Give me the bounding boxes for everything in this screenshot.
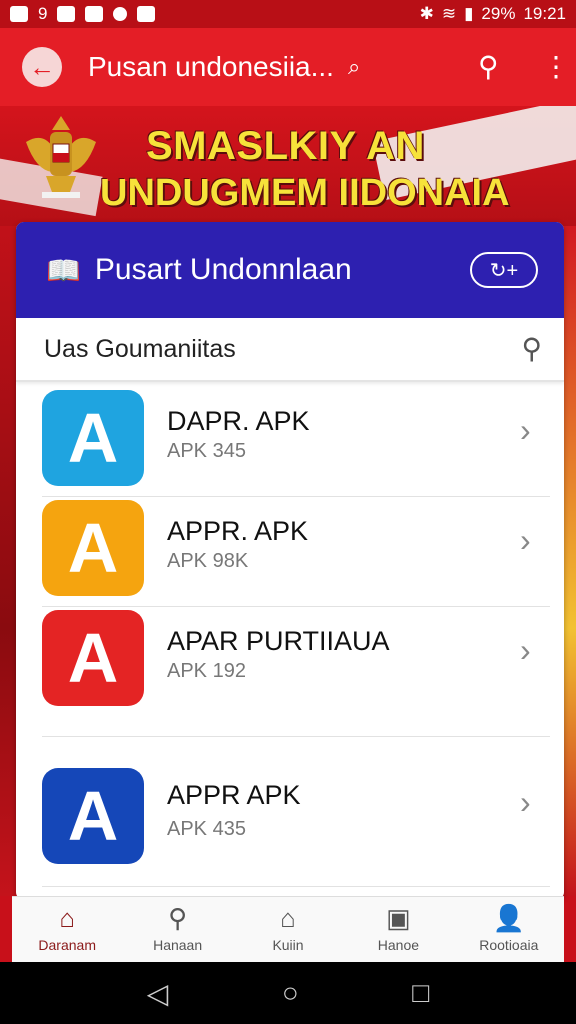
nav-tab-label: Daranam	[38, 937, 96, 953]
mail-icon	[85, 6, 104, 22]
title-search-icon: ⌕	[347, 54, 361, 79]
app-size: APK 192	[167, 660, 246, 682]
app-name: DAPR. APK	[167, 406, 310, 436]
app-icon: A	[42, 390, 144, 486]
clock: 19:21	[523, 4, 566, 23]
side-decoration	[562, 226, 576, 896]
nav-tab-label: Hanoe	[377, 937, 420, 953]
app-size: APK 98K	[167, 550, 249, 572]
chevron-right-icon: ›	[520, 632, 531, 668]
wifi-icon: ≋	[441, 4, 457, 23]
app-icon: A	[42, 768, 144, 864]
search-icon: ⚲	[168, 903, 188, 933]
dot-icon	[113, 7, 128, 21]
search-bar[interactable]: Uas Goumaniitas ⚲	[16, 318, 564, 382]
app-list-card: 📖 Pusart Undonnlaan ↻+ Uas Goumaniitas ⚲…	[16, 222, 564, 900]
book-icon: 📖	[46, 254, 81, 286]
app-name: APAR PURTIIAUA	[167, 626, 390, 656]
back-button[interactable]: ←	[22, 47, 62, 87]
nav-tab-label: Hanaan	[153, 937, 203, 953]
app-name: APPR. APK	[167, 516, 309, 546]
system-home-icon[interactable]: ○	[282, 977, 299, 1009]
notification-icon	[10, 6, 28, 22]
chevron-right-icon: ›	[520, 412, 531, 448]
bottom-navigation: ⌂ Daranam ⚲ Hanaan ⌂ Kuiin ▣ Hanoe 👤 Rootioa…	[12, 896, 564, 962]
system-back-icon[interactable]: ◁	[147, 977, 169, 1010]
banner-headline: SMASLKIY AN	[146, 124, 425, 168]
garuda-emblem-icon	[26, 116, 96, 198]
signal-icon: ▮	[464, 4, 474, 23]
nav-tab[interactable]: 👤 Rootioaia	[454, 897, 564, 962]
back-arrow-icon: ←	[29, 51, 55, 82]
sim-icon	[57, 6, 76, 22]
list-item[interactable]: A APAR PURTIIAUA APK 192 ›	[16, 610, 564, 740]
banner-subheadline: UNDUGMEM IIDONAIA	[100, 172, 510, 214]
banner: SMASLKIY AN UNDUGMEM IIDONAIA	[0, 106, 576, 226]
gallery-icon: ▣	[386, 903, 411, 933]
chevron-right-icon: ›	[520, 784, 531, 820]
divider	[42, 606, 550, 607]
divider	[42, 886, 550, 887]
battery-level: 29%	[481, 4, 516, 23]
nav-tab[interactable]: ⚲ Hanaan	[122, 897, 232, 962]
system-navigation-bar: ◁ ○ □	[0, 962, 576, 1024]
side-decoration	[0, 226, 16, 896]
app-size: APK 435	[167, 818, 246, 840]
list-item[interactable]: A APPR. APK APK 98K ›	[16, 500, 564, 610]
overflow-menu-icon[interactable]: ⋮	[542, 50, 570, 83]
refresh-add-button[interactable]: ↻+	[470, 252, 538, 288]
list-item[interactable]: A APPR APK APK 435 ›	[16, 740, 564, 890]
divider	[42, 736, 550, 737]
nav-tab[interactable]: ⌂ Daranam	[12, 897, 122, 962]
nav-tab[interactable]: ⌂ Kuiin	[233, 897, 343, 962]
home-icon: ⌂	[59, 903, 76, 933]
app-name: APPR APK	[167, 780, 301, 810]
search-icon[interactable]: ⚲	[521, 332, 542, 365]
search-action-icon[interactable]: ⚲	[478, 50, 499, 83]
status-left-text: 9	[38, 4, 48, 23]
notification-icon	[137, 6, 156, 22]
nav-tab[interactable]: ▣ Hanoe	[343, 897, 453, 962]
app-bar: ← Pusan undonesiia... ⌕ ⚲ ⋮	[0, 28, 576, 132]
nav-tab-label: Rootioaia	[479, 937, 539, 953]
divider	[42, 496, 550, 497]
app-bar-title: Pusan undonesiia...	[88, 51, 334, 82]
list-item[interactable]: A DAPR. APK APK 345 ›	[16, 390, 564, 500]
search-input[interactable]: Uas Goumaniitas	[44, 335, 236, 364]
app-icon: A	[42, 610, 144, 706]
chevron-right-icon: ›	[520, 522, 531, 558]
user-icon: 👤	[492, 903, 526, 933]
house-icon: ⌂	[280, 903, 296, 933]
nav-tab-label: Kuiin	[272, 937, 304, 953]
card-header: 📖 Pusart Undonnlaan ↻+	[16, 222, 564, 318]
card-title: Pusart Undonnlaan	[94, 253, 352, 286]
system-recent-icon[interactable]: □	[412, 977, 429, 1009]
app-icon: A	[42, 500, 144, 596]
status-bar: 9 ✱ ≋ ▮ 29% 19:21	[0, 0, 576, 28]
app-size: APK 345	[167, 440, 246, 462]
bluetooth-icon: ✱	[419, 4, 434, 23]
